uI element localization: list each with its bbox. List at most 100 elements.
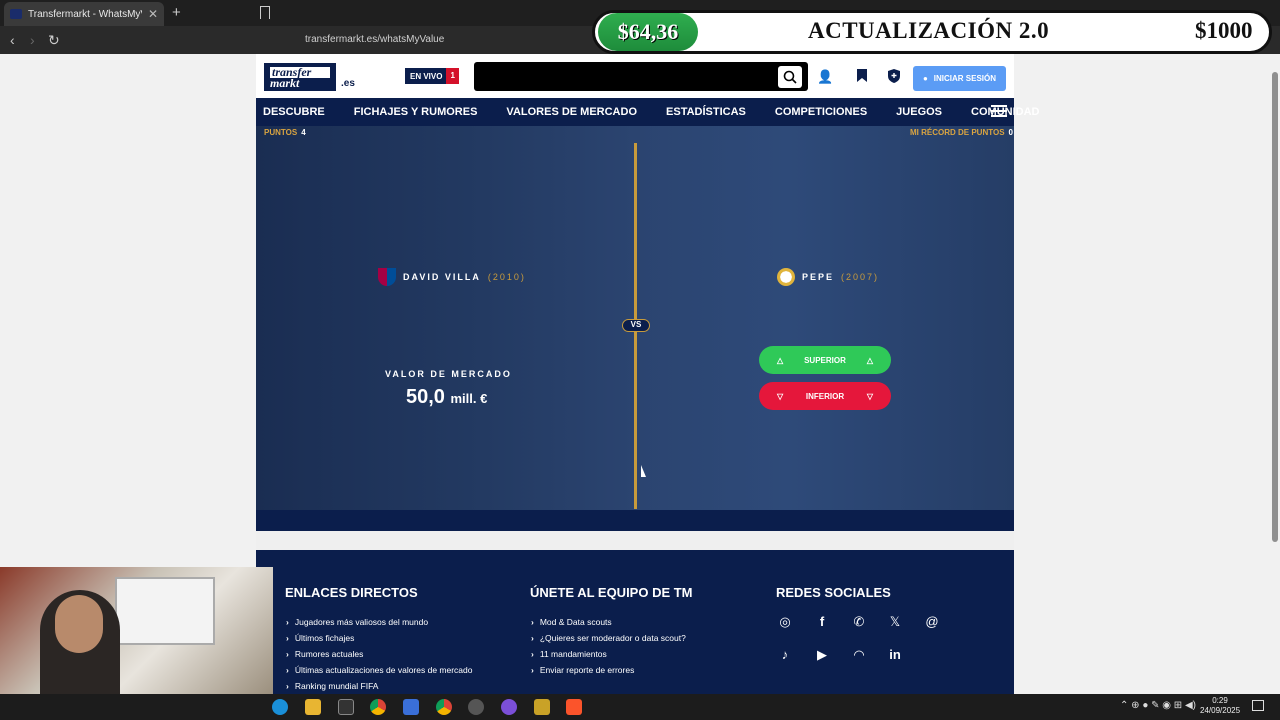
record-label: MI RÉCORD DE PUNTOS [910, 128, 1005, 137]
system-tray[interactable]: ⌃ ⊕ ● ✎ ◉ ⊞ ◀) [1120, 700, 1196, 711]
logo-line2: markt [270, 76, 300, 90]
down-triangle-icon: ▽ [777, 391, 784, 401]
market-value-label: VALOR DE MERCADO [385, 369, 512, 379]
tiktok-icon[interactable]: ♪ [776, 646, 794, 664]
nav-item-valores[interactable]: VALORES DE MERCADO [506, 106, 637, 118]
player-right-name: PEPE [802, 272, 835, 282]
up-triangle-icon: △ [777, 355, 784, 365]
down-triangle-icon: ▽ [866, 391, 873, 401]
login-label: INICIAR SESIÓN [933, 74, 997, 83]
chrome-profile-icon[interactable] [436, 699, 452, 715]
inferior-label: INFERIOR [805, 391, 845, 401]
superior-button[interactable]: △ SUPERIOR △ [759, 346, 891, 374]
barcelona-crest-icon [378, 268, 396, 286]
obs-icon[interactable] [468, 699, 484, 715]
footer-col2-title: ÚNETE AL EQUIPO DE TM [530, 585, 693, 600]
file-explorer-icon[interactable] [305, 699, 321, 715]
hamburger-menu-icon[interactable] [991, 105, 1007, 117]
chrome-icon[interactable] [370, 699, 386, 715]
market-value: 50,0 mill. € [406, 386, 487, 409]
url-text[interactable]: transfermarkt.es/whatsMyValue [305, 34, 444, 45]
footer-link[interactable]: Rumores actuales [286, 649, 473, 659]
nav-item-juegos[interactable]: JUEGOS [896, 106, 942, 118]
superior-label: SUPERIOR [804, 355, 846, 365]
login-button[interactable]: ● INICIAR SESIÓN [913, 66, 1006, 91]
search-icon [783, 70, 797, 84]
footer-link[interactable]: Ranking mundial FIFA [286, 681, 473, 691]
new-tab-icon[interactable]: + [172, 4, 181, 21]
bookmark-list-icon[interactable] [854, 69, 870, 85]
footer-col1-links: Jugadores más valiosos del mundo Últimos… [286, 617, 473, 691]
points-display: PUNTOS 4 [264, 128, 306, 137]
footer-col2-links: Mod & Data scouts ¿Quieres ser moderador… [531, 617, 686, 675]
x-icon[interactable]: 𝕏 [886, 613, 904, 631]
nav-item-descubre[interactable]: DESCUBRE [263, 106, 325, 118]
user-icon: ● [922, 74, 928, 83]
overlay-money-left: $64,36 [598, 13, 698, 51]
back-icon[interactable]: ‹ [10, 32, 15, 48]
tab-title: Transfermarkt - WhatsMyValue | [28, 8, 142, 20]
threads-icon[interactable]: @ [923, 613, 941, 631]
overlay-title: ACTUALIZACIÓN 2.0 [808, 18, 1050, 43]
youtube-icon[interactable]: ▶ [813, 646, 831, 664]
footer-link[interactable]: 11 mandamientos [531, 649, 686, 659]
browser-tab[interactable]: Transfermarkt - WhatsMyValue | ✕ [4, 2, 164, 26]
webcam-whiteboard [115, 577, 215, 645]
bookmark-shape [857, 69, 867, 82]
section-gap [256, 531, 1014, 550]
tab-close-icon[interactable]: ✕ [148, 7, 158, 21]
points-label: PUNTOS [264, 128, 298, 137]
taskbar-clock[interactable]: 0:29 24/09/2025 [1200, 696, 1240, 716]
mouse-cursor-icon [641, 465, 646, 477]
app-icon[interactable] [534, 699, 550, 715]
user-search-icon[interactable]: 👤 [817, 69, 833, 85]
forward-icon[interactable]: › [30, 32, 35, 48]
nav-item-fichajes[interactable]: FICHAJES Y RUMORES [354, 106, 478, 118]
up-triangle-icon: △ [866, 355, 873, 365]
windows-taskbar [0, 694, 1280, 720]
shield-shape [888, 69, 900, 83]
footer-col1-title: ENLACES DIRECTOS [285, 585, 418, 600]
app-icon[interactable] [501, 699, 517, 715]
inferior-button[interactable]: ▽ INFERIOR ▽ [759, 382, 891, 410]
market-value-number: 50,0 [406, 386, 445, 408]
nav-item-estadisticas[interactable]: ESTADÍSTICAS [666, 106, 746, 118]
search-button[interactable] [778, 66, 802, 88]
reload-icon[interactable]: ↻ [48, 32, 60, 49]
linkedin-icon[interactable]: in [886, 646, 904, 664]
logo-tld[interactable]: .es [341, 78, 355, 89]
footer-link[interactable]: Últimas actualizaciones de valores de me… [286, 665, 473, 675]
transfermarkt-logo[interactable]: transfer markt [264, 63, 336, 91]
nav-item-competiciones[interactable]: COMPETICIONES [775, 106, 867, 118]
brave-icon[interactable] [566, 699, 582, 715]
notification-icon[interactable] [1252, 700, 1264, 711]
points-value: 4 [301, 128, 306, 137]
player-right: PEPE (2007) [777, 268, 879, 286]
player-right-year: (2007) [841, 272, 880, 282]
clock-date: 24/09/2025 [1200, 706, 1241, 715]
facebook-icon[interactable]: f [813, 613, 831, 631]
search-input[interactable] [474, 62, 808, 91]
footer-link[interactable]: Últimos fichajes [286, 633, 473, 643]
app-icon[interactable] [338, 699, 354, 715]
player-left: DAVID VILLA (2010) [378, 268, 526, 286]
scrollbar-thumb[interactable] [1272, 72, 1278, 542]
rss-icon[interactable]: ◠ [850, 646, 868, 664]
shield-icon[interactable] [886, 69, 902, 85]
tab-favicon-icon [10, 9, 22, 19]
footer-link[interactable]: Enviar reporte de errores [531, 665, 686, 675]
app-icon[interactable] [403, 699, 419, 715]
footer-link[interactable]: ¿Quieres ser moderador o data scout? [531, 633, 686, 643]
real-madrid-crest-icon [777, 268, 795, 286]
edge-icon[interactable] [272, 699, 288, 715]
bookmark-icon[interactable] [260, 6, 270, 19]
live-button[interactable]: EN VIVO 1 [405, 68, 459, 84]
footer-col3-title: REDES SOCIALES [776, 585, 891, 600]
instagram-icon[interactable]: ◎ [776, 613, 794, 631]
footer-link[interactable]: Jugadores más valiosos del mundo [286, 617, 473, 627]
webcam-face [55, 595, 103, 653]
clock-time: 0:29 [1212, 696, 1228, 705]
whatsapp-icon[interactable]: ✆ [850, 613, 868, 631]
player-left-year: (2010) [487, 272, 526, 282]
footer-link[interactable]: Mod & Data scouts [531, 617, 686, 627]
